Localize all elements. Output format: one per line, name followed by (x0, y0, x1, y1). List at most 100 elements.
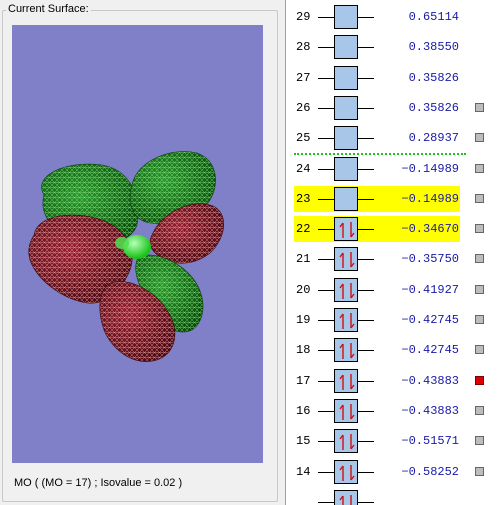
level-line-left (318, 17, 334, 18)
mo-energy: −0.42745 (401, 313, 459, 327)
orbital-box[interactable] (334, 459, 358, 484)
mo-row[interactable]: 24 −0.14989 (286, 154, 502, 184)
orbital-surface-render (28, 151, 225, 362)
electron-pair-icon (339, 252, 355, 269)
level-line-right (358, 107, 374, 109)
level-line-left (318, 259, 334, 261)
mo-row[interactable]: 23 −0.14989 (286, 184, 502, 214)
orbital-box[interactable] (334, 35, 358, 60)
orbital-box[interactable] (334, 156, 358, 181)
orbital-box[interactable] (334, 368, 358, 393)
orbital-box[interactable] (334, 308, 358, 332)
surface-marker[interactable] (475, 405, 484, 415)
orbital-box[interactable] (334, 95, 358, 120)
surface-marker[interactable] (475, 436, 484, 446)
level-line-left (318, 77, 334, 79)
orbital-box[interactable] (334, 247, 358, 272)
surface-marker[interactable] (475, 102, 484, 112)
mo-energy: −0.35750 (401, 252, 459, 267)
surface-marker[interactable] (475, 163, 484, 173)
orbital-box[interactable] (334, 5, 358, 29)
mo-number: 25 (296, 131, 311, 146)
orbital-box[interactable] (334, 186, 358, 211)
orbital-box[interactable] (334, 489, 358, 505)
level-line-right (358, 17, 374, 18)
electron-pair-icon (339, 373, 355, 390)
level-line-right (358, 471, 374, 473)
mo-row[interactable]: 27 0.35826 (286, 63, 502, 93)
mo-energy: 0.28937 (408, 131, 459, 146)
mo-number: 22 (296, 222, 311, 237)
level-line-left (318, 47, 334, 49)
orbital-box[interactable] (334, 65, 358, 90)
orbital-box[interactable] (334, 398, 358, 423)
mo-row[interactable]: 19 −0.42745 (286, 305, 502, 335)
level-line-right (358, 77, 374, 79)
mo-row[interactable]: 17 −0.43883 (286, 366, 502, 396)
mo-energy: 0.35826 (408, 100, 459, 115)
mo-row[interactable]: 15 −0.51571 (286, 426, 502, 456)
mo-number: 27 (296, 70, 311, 85)
mo-row[interactable]: 28 0.38550 (286, 32, 502, 62)
mo-row[interactable] (286, 487, 502, 505)
level-line-right (358, 501, 374, 503)
level-line-right (358, 441, 374, 443)
surface-marker[interactable] (475, 193, 484, 203)
orbital-box[interactable] (334, 338, 358, 363)
mo-row[interactable]: 21 −0.35750 (286, 244, 502, 274)
mo-energy: −0.43883 (401, 373, 459, 388)
mo-number: 24 (296, 161, 311, 176)
level-line-right (358, 350, 374, 352)
level-line-left (318, 471, 334, 473)
surface-marker[interactable] (475, 466, 484, 476)
mo-row[interactable]: 14 −0.58252 (286, 457, 502, 487)
level-line-left (318, 380, 334, 382)
orbital-3d-viewport[interactable] (12, 25, 263, 463)
mo-energy: −0.51571 (401, 434, 459, 449)
surface-selected-marker[interactable] (475, 375, 484, 385)
mo-row[interactable]: 26 0.35826 (286, 93, 502, 123)
level-line-left (318, 410, 334, 412)
surface-marker[interactable] (475, 224, 484, 234)
mo-row[interactable]: 29 0.65114 (286, 2, 502, 32)
mo-row[interactable]: 16 −0.43883 (286, 396, 502, 426)
mo-number: 20 (296, 282, 311, 297)
level-line-right (358, 138, 374, 140)
surface-marker[interactable] (475, 133, 484, 143)
electron-pair-icon (339, 343, 355, 360)
mo-number: 29 (296, 10, 311, 24)
mo-number: 15 (296, 434, 311, 449)
mo-energy: −0.14989 (401, 161, 459, 176)
mo-energy: 0.65114 (408, 10, 459, 24)
level-line-left (318, 229, 334, 231)
level-line-left (318, 441, 334, 443)
orbital-box[interactable] (334, 217, 358, 242)
surface-marker[interactable] (475, 315, 484, 324)
mo-row[interactable]: 25 0.28937 (286, 123, 502, 153)
mo-number: 18 (296, 343, 311, 358)
level-line-left (318, 198, 334, 200)
orbital-box[interactable] (334, 429, 358, 454)
orbital-box[interactable] (334, 277, 358, 302)
mo-row[interactable]: 20 −0.41927 (286, 275, 502, 305)
surface-marker[interactable] (475, 284, 484, 294)
mo-number: 14 (296, 464, 311, 479)
mo-energy: −0.58252 (401, 464, 459, 479)
mo-energy: 0.35826 (408, 70, 459, 85)
level-line-right (358, 259, 374, 261)
surface-panel: Current Surface: MO ((MO = 17) ; Isoval… (0, 0, 282, 505)
mo-number: 26 (296, 100, 311, 115)
surface-caption: MO ( (MO = 17) ; Isovalue = 0.02 ) (14, 477, 183, 489)
mo-row[interactable]: 22 −0.34670 (286, 214, 502, 244)
mo-row[interactable]: 18 −0.42745 (286, 335, 502, 365)
surface-marker[interactable] (475, 345, 484, 355)
orbital-box[interactable] (334, 126, 358, 151)
mo-number: 21 (296, 252, 311, 267)
surface-marker[interactable] (475, 254, 484, 264)
level-line-left (318, 107, 334, 109)
level-line-right (358, 168, 374, 170)
electron-pair-icon (339, 434, 355, 451)
mo-energy-diagram[interactable]: 29 0.65114 28 0.38550 27 0.35826 26 0.35826 25 0.… (285, 0, 502, 505)
mo-number: 23 (296, 191, 311, 206)
level-line-right (358, 380, 374, 382)
